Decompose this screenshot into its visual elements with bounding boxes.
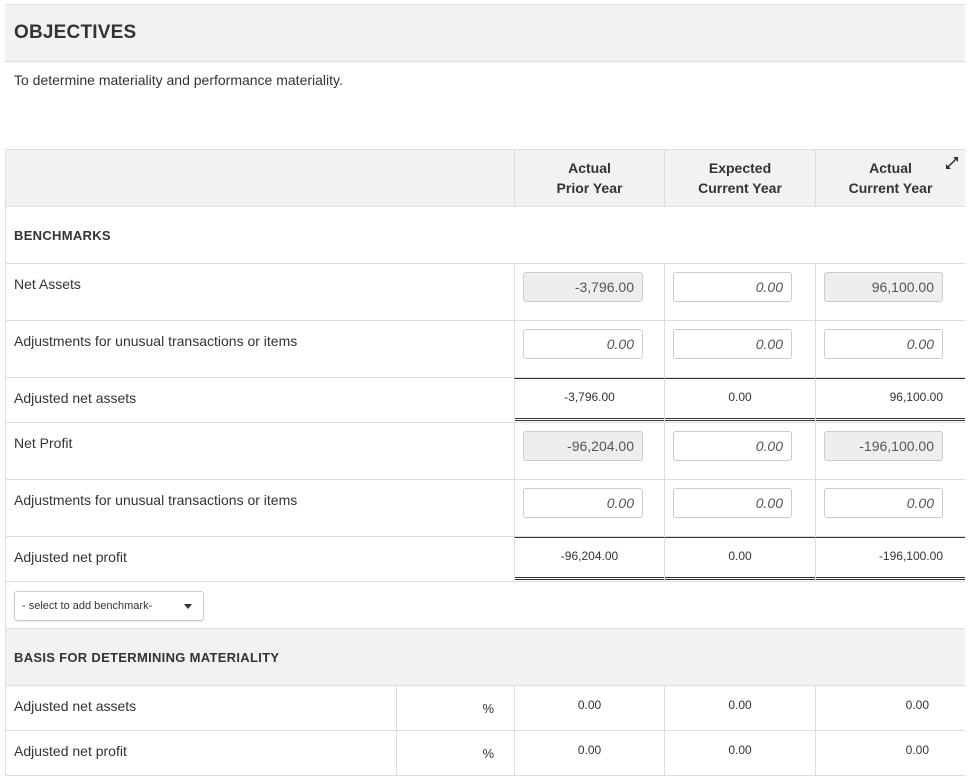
col-header-actual-prior: Actual Prior Year bbox=[514, 150, 664, 206]
objectives-description: To determine materiality and performance… bbox=[14, 72, 343, 88]
net-profit-prior-field: -96,204.00 bbox=[523, 431, 643, 461]
net-assets-prior-field: -3,796.00 bbox=[523, 272, 643, 302]
adjusted-net-assets-actual: 96,100.00 bbox=[889, 390, 943, 404]
basis-profit-expected: 0.00 bbox=[728, 743, 752, 757]
row-label: Adjustments for unusual transactions or … bbox=[14, 492, 298, 508]
add-benchmark-row: - select to add benchmark- bbox=[6, 582, 965, 629]
col-header-line1: Actual bbox=[568, 160, 611, 176]
row-label: Adjusted net assets bbox=[14, 698, 137, 714]
objectives-header: OBJECTIVES bbox=[5, 4, 965, 62]
adjusted-net-assets-expected: 0.00 bbox=[728, 390, 752, 404]
percent-unit: % bbox=[482, 701, 494, 716]
net-assets-actual-field: 96,100.00 bbox=[824, 272, 943, 302]
table-row-adjusted-net-profit: Adjusted net profit -96,204.00 0.00 -196… bbox=[6, 537, 965, 582]
adj-assets-expected-input[interactable]: 0.00 bbox=[673, 329, 792, 359]
row-label: Net Profit bbox=[14, 435, 73, 451]
basis-assets-actual: 0.00 bbox=[905, 698, 929, 712]
row-label: Adjusted net profit bbox=[14, 549, 127, 565]
row-label: Adjusted net assets bbox=[14, 390, 137, 406]
table-row-adjustments-assets: Adjustments for unusual transactions or … bbox=[6, 321, 965, 378]
adj-profit-expected-input[interactable]: 0.00 bbox=[673, 488, 792, 518]
basis-assets-expected: 0.00 bbox=[728, 698, 752, 712]
col-header-line1: Actual bbox=[869, 160, 912, 176]
net-assets-expected-input[interactable]: 0.00 bbox=[673, 272, 792, 302]
add-benchmark-select-label: - select to add benchmark- bbox=[22, 600, 153, 612]
benchmarks-section-row: BENCHMARKS bbox=[6, 207, 965, 264]
add-benchmark-select[interactable]: - select to add benchmark- bbox=[14, 591, 204, 621]
col-header-line2: Current Year bbox=[698, 180, 782, 196]
basis-row-adjusted-net-profit: Adjusted net profit % 0.00 0.00 0.00 bbox=[6, 731, 965, 776]
col-header-expected-current: Expected Current Year bbox=[664, 150, 815, 206]
adjusted-net-profit-expected: 0.00 bbox=[728, 549, 752, 563]
adj-assets-actual-input[interactable]: 0.00 bbox=[824, 329, 943, 359]
header-blank-cell bbox=[6, 150, 514, 206]
basis-profit-actual: 0.00 bbox=[905, 743, 929, 757]
col-header-line2: Current Year bbox=[848, 180, 933, 196]
table-row-adjustments-profit: Adjustments for unusual transactions or … bbox=[6, 480, 965, 537]
table-header-row: Actual Prior Year Expected Current Year … bbox=[6, 150, 965, 207]
basis-row-adjusted-net-assets: Adjusted net assets % 0.00 0.00 0.00 bbox=[6, 686, 965, 731]
adj-profit-actual-input[interactable]: 0.00 bbox=[824, 488, 943, 518]
net-profit-actual-field: -196,100.00 bbox=[824, 431, 943, 461]
adj-assets-prior-input[interactable]: 0.00 bbox=[523, 329, 643, 359]
col-header-line2: Prior Year bbox=[556, 180, 623, 196]
table-row-adjusted-net-assets: Adjusted net assets -3,796.00 0.00 96,10… bbox=[6, 378, 965, 423]
adjusted-net-profit-prior: -96,204.00 bbox=[560, 549, 619, 563]
adjusted-net-profit-actual: -196,100.00 bbox=[878, 549, 943, 563]
col-header-actual-current: Actual Current Year bbox=[815, 150, 965, 206]
adj-profit-prior-input[interactable]: 0.00 bbox=[523, 488, 643, 518]
materiality-table: Actual Prior Year Expected Current Year … bbox=[5, 149, 965, 776]
adjusted-net-assets-prior: -3,796.00 bbox=[564, 390, 615, 404]
col-header-line1: Expected bbox=[708, 160, 772, 176]
chevron-down-icon bbox=[184, 604, 192, 609]
percent-unit: % bbox=[482, 746, 494, 761]
row-label: Net Assets bbox=[14, 276, 81, 292]
basis-section-row: BASIS FOR DETERMINING MATERIALITY bbox=[6, 629, 965, 686]
benchmarks-title: BENCHMARKS bbox=[14, 228, 111, 243]
basis-profit-prior: 0.00 bbox=[577, 743, 602, 757]
basis-assets-prior: 0.00 bbox=[577, 698, 602, 712]
table-row-net-assets: Net Assets -3,796.00 0.00 96,100.00 bbox=[6, 264, 965, 321]
table-row-net-profit: Net Profit -96,204.00 0.00 -196,100.00 bbox=[6, 423, 965, 480]
basis-title: BASIS FOR DETERMINING MATERIALITY bbox=[14, 650, 280, 665]
row-label: Adjusted net profit bbox=[14, 743, 127, 759]
expand-icon[interactable] bbox=[945, 156, 959, 170]
net-profit-expected-input[interactable]: 0.00 bbox=[673, 431, 792, 461]
row-label: Adjustments for unusual transactions or … bbox=[14, 333, 298, 349]
objectives-title: OBJECTIVES bbox=[14, 22, 137, 43]
